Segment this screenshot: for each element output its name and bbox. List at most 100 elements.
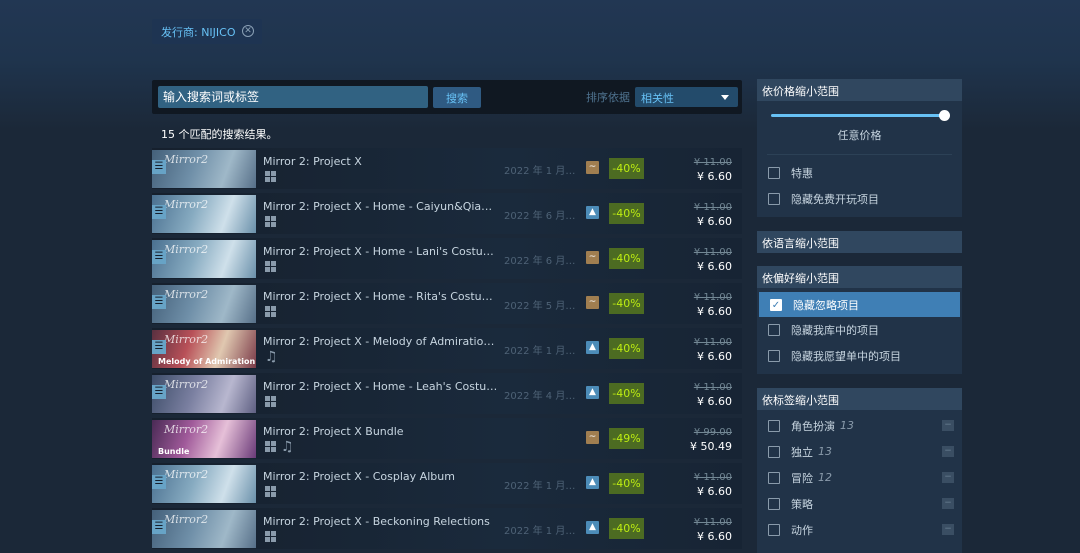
- release-date: 2022 年 6 月 …: [504, 256, 578, 267]
- price-block: ¥ 11.00 ¥ 6.60: [694, 156, 732, 184]
- price-block: ¥ 11.00 ¥ 6.60: [694, 471, 732, 499]
- release-date: 2022 年 1 月 2…: [504, 526, 578, 537]
- capsule-subtitle: Bundle: [158, 447, 190, 456]
- price-slider-caption: 任意价格: [837, 129, 882, 142]
- checkbox[interactable]: [768, 497, 780, 510]
- publisher-filter-chip[interactable]: 发行商: NIJICO ✕: [152, 19, 262, 44]
- checkbox[interactable]: [768, 323, 780, 336]
- platform-icons: [265, 396, 277, 408]
- search-result-row[interactable]: Mirror2 ☰ Mirror 2: Project X - Home - R…: [152, 283, 742, 324]
- search-results-list: Mirror2 ☰ Mirror 2: Project X 2022 年 1 月…: [152, 148, 742, 553]
- release-date: 2022 年 1 月 2…: [504, 481, 578, 492]
- exclude-tag-icon[interactable]: −: [942, 420, 954, 431]
- tag-filter-header[interactable]: 依标签缩小范围: [757, 388, 962, 410]
- review-summary-icon: ▲: [586, 386, 599, 399]
- filter-option-hide-ignored[interactable]: ✓ 隐藏忽略项目: [759, 292, 960, 317]
- platform-icons: [265, 531, 277, 543]
- exclude-tag-icon[interactable]: −: [942, 524, 954, 535]
- filter-option-label: 隐藏我愿望单中的项目: [791, 349, 901, 363]
- platform-icons: ♫: [265, 350, 278, 364]
- ignored-icon: ☰: [152, 520, 166, 534]
- final-price: ¥ 6.60: [697, 485, 732, 498]
- original-price: ¥ 11.00: [693, 157, 732, 168]
- result-title: Mirror 2: Project X: [263, 155, 362, 168]
- release-date: 2022 年 6 月 …: [504, 211, 578, 222]
- original-price: ¥ 11.00: [693, 202, 732, 213]
- search-result-row[interactable]: Mirror2 Melody of Admiration ☰ Mirror 2: …: [152, 328, 742, 369]
- tag-option[interactable]: 独立 13 −: [757, 439, 962, 464]
- price-block: ¥ 11.00 ¥ 6.60: [694, 246, 732, 274]
- windows-icon: [265, 261, 277, 273]
- final-price: ¥ 6.60: [697, 395, 732, 408]
- discount-badge: -49%: [609, 428, 644, 449]
- search-input[interactable]: [158, 86, 428, 108]
- original-price: ¥ 99.00: [693, 427, 732, 438]
- checkbox[interactable]: [768, 166, 780, 179]
- windows-icon: [265, 216, 277, 228]
- search-result-row[interactable]: Mirror2 ☰ Mirror 2: Project X - Home - C…: [152, 193, 742, 234]
- exclude-tag-icon[interactable]: −: [942, 446, 954, 457]
- capsule-brand: Mirror2: [164, 333, 209, 346]
- filter-option-label: 隐藏免费开玩项目: [791, 192, 879, 206]
- search-result-row[interactable]: Mirror2 ☰ Mirror 2: Project X - Beckonin…: [152, 508, 742, 549]
- checkbox[interactable]: [768, 349, 780, 362]
- sort-select-value: 相关性: [641, 92, 674, 105]
- tag-count: 13: [840, 419, 854, 432]
- capsule-image: Mirror2 Bundle: [152, 420, 256, 458]
- tag-count: 12: [818, 471, 832, 484]
- tag-option[interactable]: 冒险 12 −: [757, 465, 962, 490]
- ignored-icon: ☰: [152, 295, 166, 309]
- language-filter-header[interactable]: 依语言缩小范围: [757, 231, 962, 253]
- capsule-image: Mirror2: [152, 240, 256, 278]
- final-price: ¥ 6.60: [697, 350, 732, 363]
- tag-label: 冒险: [791, 471, 813, 485]
- platform-icons: [265, 171, 277, 183]
- filter-option-hide-owned[interactable]: 隐藏我库中的项目: [757, 317, 962, 342]
- tag-option[interactable]: 策略 −: [757, 491, 962, 516]
- price-block: ¥ 11.00 ¥ 6.60: [694, 201, 732, 229]
- checkbox[interactable]: [768, 445, 780, 458]
- sort-select[interactable]: 相关性: [635, 87, 738, 107]
- original-price: ¥ 11.00: [693, 292, 732, 303]
- discount-badge: -40%: [609, 158, 644, 179]
- exclude-tag-icon[interactable]: −: [942, 472, 954, 483]
- capsule-image: Mirror2: [152, 465, 256, 503]
- checkbox[interactable]: [768, 419, 780, 432]
- tag-option[interactable]: 角色扮演 13 −: [757, 413, 962, 438]
- checkbox[interactable]: [768, 192, 780, 205]
- preference-filter-header[interactable]: 依偏好缩小范围: [757, 266, 962, 288]
- discount-badge: -40%: [609, 338, 644, 359]
- checkbox[interactable]: [768, 471, 780, 484]
- price-filter-header[interactable]: 依价格缩小范围: [757, 79, 962, 101]
- search-result-row[interactable]: Mirror2 ☰ Mirror 2: Project X - Home - L…: [152, 373, 742, 414]
- search-result-row[interactable]: Mirror2 ☰ Mirror 2: Project X - Home - L…: [152, 238, 742, 279]
- music-note-icon: ♫: [281, 439, 294, 455]
- sort-label: 排序依据: [586, 91, 630, 104]
- capsule-brand: Mirror2: [164, 198, 209, 211]
- close-circle-icon[interactable]: ✕: [242, 25, 254, 37]
- capsule-image: Mirror2: [152, 375, 256, 413]
- divider: [767, 154, 952, 155]
- search-result-row[interactable]: Mirror2 ☰ Mirror 2: Project X - Cosplay …: [152, 463, 742, 504]
- filter-option-hide-wishlist[interactable]: 隐藏我愿望单中的项目: [757, 343, 962, 368]
- filter-option-specials[interactable]: 特惠: [757, 160, 962, 185]
- discount-badge: -40%: [609, 203, 644, 224]
- checkbox[interactable]: [768, 523, 780, 536]
- filter-option-hide-free[interactable]: 隐藏免费开玩项目: [757, 186, 962, 211]
- review-summary-icon: ▲: [586, 521, 599, 534]
- search-result-row[interactable]: Mirror2 ☰ Mirror 2: Project X 2022 年 1 月…: [152, 148, 742, 189]
- price-slider-track[interactable]: [771, 114, 945, 117]
- price-slider-handle[interactable]: [939, 110, 950, 121]
- capsule-image: Mirror2: [152, 195, 256, 233]
- tag-option[interactable]: 动作 −: [757, 517, 962, 542]
- ignored-icon: ☰: [152, 205, 166, 219]
- search-result-row[interactable]: Mirror2 Bundle Mirror 2: Project X Bundle…: [152, 418, 742, 459]
- exclude-tag-icon[interactable]: −: [942, 498, 954, 509]
- checkmark-icon[interactable]: ✓: [770, 298, 782, 311]
- search-button[interactable]: 搜索: [433, 87, 481, 108]
- original-price: ¥ 11.00: [693, 247, 732, 258]
- platform-icons: [265, 261, 277, 273]
- ignored-icon: ☰: [152, 475, 166, 489]
- result-title: Mirror 2: Project X - Home - Leah's Cost…: [263, 380, 499, 393]
- review-summary-icon: ▲: [586, 206, 599, 219]
